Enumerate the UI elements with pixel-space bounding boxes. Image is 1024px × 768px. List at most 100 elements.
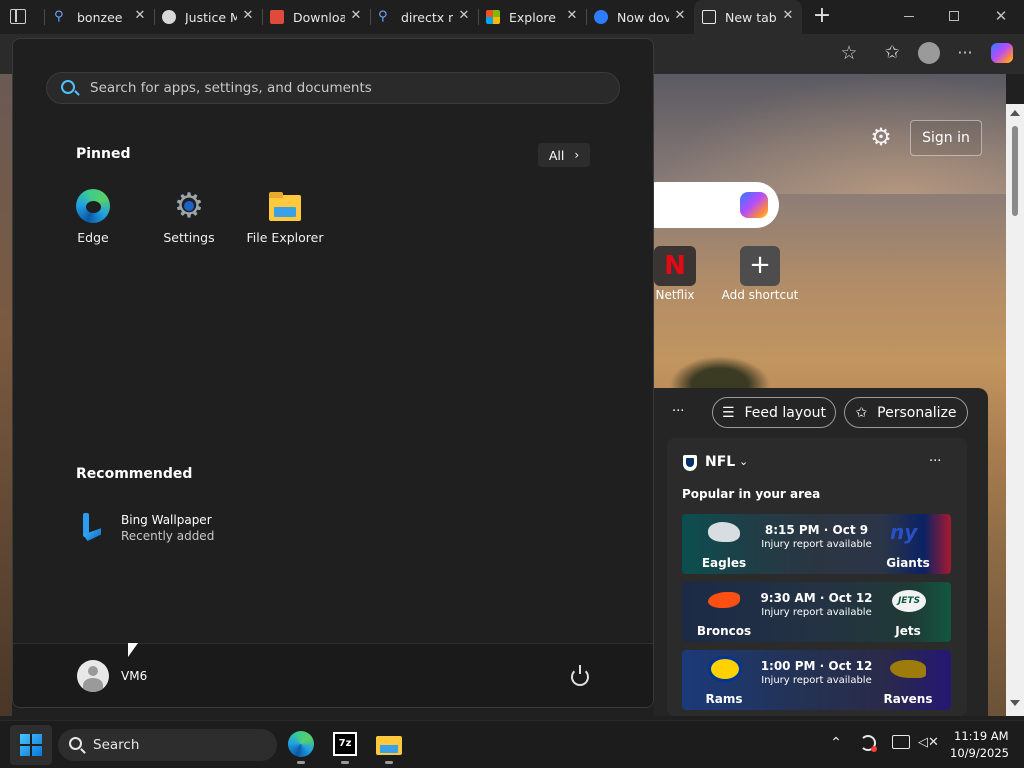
alert-dot <box>871 746 877 752</box>
shortcut-label: Netflix <box>655 288 695 302</box>
search-icon-handle <box>80 748 86 754</box>
web-search-bar[interactable] <box>654 182 779 228</box>
nfl-subtitle: Popular in your area <box>682 487 821 501</box>
mouse-cursor-icon <box>128 643 138 657</box>
network-icon[interactable] <box>892 735 910 749</box>
news-feed-panel: ··· ☰ Feed layout ✩ Personalize NFL ⌄ ··… <box>654 388 988 716</box>
browser-tab[interactable]: ⚲ directx n ✕ <box>370 0 478 34</box>
tab-actions-icon[interactable] <box>10 9 26 24</box>
folder-icon <box>268 189 302 223</box>
close-tab-icon[interactable]: ✕ <box>674 9 686 22</box>
start-menu: Search for apps, settings, and documents… <box>12 38 654 708</box>
favorites-icon[interactable]: ✩ <box>881 42 903 64</box>
sliders-icon: ☰ <box>721 404 735 421</box>
nfl-more-button[interactable]: ··· <box>929 454 941 469</box>
start-search-box[interactable]: Search for apps, settings, and documents <box>46 72 620 104</box>
recommended-heading: Recommended <box>76 466 193 482</box>
taskbar-search-box[interactable]: Search <box>58 729 277 761</box>
restore-icon[interactable] <box>949 11 959 21</box>
favorite-star-icon[interactable]: ☆ <box>838 42 860 64</box>
new-tab-button[interactable]: + <box>810 3 834 29</box>
tree-silhouette <box>670 356 770 392</box>
avatar <box>77 660 109 692</box>
pinned-heading: Pinned <box>76 146 131 162</box>
minimize-icon[interactable] <box>904 16 914 17</box>
sign-in-button[interactable]: Sign in <box>910 120 982 156</box>
pinned-app-file-explorer[interactable]: File Explorer <box>245 189 325 245</box>
search-icon <box>61 80 75 94</box>
browser-tab[interactable]: Now dov ✕ <box>586 0 694 34</box>
browser-tab[interactable]: ⚲ bonzee r ✕ <box>46 0 154 34</box>
browser-tab-active[interactable]: New tab ✕ <box>694 0 802 34</box>
add-shortcut-button[interactable]: + <box>740 246 780 286</box>
all-apps-button[interactable]: All › <box>538 143 590 167</box>
search-favicon-icon: ⚲ <box>54 9 64 24</box>
team-logo-icon <box>708 522 740 542</box>
start-search-placeholder: Search for apps, settings, and documents <box>90 80 372 96</box>
taskbar-7zip-icon[interactable]: 7z <box>333 732 357 756</box>
game-card[interactable]: JETS 9:30 AM · Oct 12 Injury report avai… <box>682 582 951 642</box>
pinned-app-edge[interactable]: Edge <box>53 189 133 245</box>
bing-logo-icon <box>81 513 103 543</box>
browser-tab[interactable]: Justice M ✕ <box>154 0 262 34</box>
team-logo-icon <box>708 656 742 682</box>
feed-more-button[interactable]: ··· <box>672 404 688 419</box>
team-logo-icon <box>708 592 740 608</box>
running-indicator <box>297 761 305 764</box>
profile-avatar[interactable] <box>918 42 940 64</box>
scrollbar-thumb[interactable] <box>1012 126 1018 216</box>
browser-tab[interactable]: Downloa ✕ <box>262 0 370 34</box>
volume-muted-icon[interactable]: ◁✕ <box>918 734 939 752</box>
windows-logo-icon <box>20 734 42 756</box>
clock-time[interactable]: 11:19 AM <box>954 729 1009 743</box>
personalize-star-icon: ✩ <box>855 404 868 421</box>
nfl-logo-icon <box>683 455 697 471</box>
shortcut-netflix[interactable]: N <box>654 246 696 286</box>
feed-layout-button[interactable]: ☰ Feed layout <box>712 397 836 428</box>
browser-tab[interactable]: Explore I ✕ <box>478 0 586 34</box>
start-button[interactable] <box>10 725 52 765</box>
scroll-up-icon[interactable] <box>1010 110 1020 116</box>
copilot-icon[interactable] <box>740 192 768 218</box>
close-tab-icon[interactable]: ✕ <box>242 9 254 22</box>
team-logo-icon: JETS <box>892 590 926 612</box>
site-favicon-icon <box>594 10 608 24</box>
page-scrollbar[interactable] <box>1006 104 1024 716</box>
close-tab-icon[interactable]: ✕ <box>458 9 470 22</box>
close-tab-icon[interactable]: ✕ <box>350 9 362 22</box>
chevron-right-icon: › <box>574 148 580 162</box>
settings-more-icon[interactable]: ··· <box>954 42 976 64</box>
power-icon[interactable] <box>571 665 589 686</box>
team-logo-icon <box>890 660 926 678</box>
search-favicon-icon: ⚲ <box>378 9 388 24</box>
microsoft-logo-icon <box>486 10 500 24</box>
personalize-button[interactable]: ✩ Personalize <box>844 397 968 428</box>
clock-date[interactable]: 10/9/2025 <box>950 746 1009 760</box>
game-card[interactable]: 1:00 PM · Oct 12 Injury report available… <box>682 650 951 710</box>
running-indicator <box>341 761 349 764</box>
game-card[interactable]: ny 8:15 PM · Oct 9 Injury report availab… <box>682 514 951 574</box>
taskbar-file-explorer-icon[interactable] <box>376 733 402 755</box>
scroll-down-icon[interactable] <box>1010 700 1020 706</box>
taskbar: Search 7z ⌃ ◁✕ 11:19 AM 10/9/2025 <box>0 720 1024 768</box>
gear-icon: ⚙ <box>172 189 206 223</box>
site-favicon-icon <box>162 10 176 24</box>
new-tab-icon <box>702 10 716 24</box>
copilot-icon[interactable] <box>991 43 1013 63</box>
close-tab-icon[interactable]: ✕ <box>566 9 578 22</box>
recommended-item[interactable]: Bing Wallpaper Recently added <box>73 509 273 549</box>
taskbar-edge-icon[interactable] <box>288 731 314 757</box>
chevron-up-icon[interactable]: ⌃ <box>828 735 844 751</box>
close-window-icon[interactable]: ✕ <box>993 6 1009 26</box>
running-indicator <box>385 761 393 764</box>
gear-icon[interactable]: ⚙ <box>868 124 894 150</box>
pinned-app-settings[interactable]: ⚙ Settings <box>149 189 229 245</box>
team-logo-icon: ny <box>890 520 918 544</box>
close-tab-icon[interactable]: ✕ <box>134 9 146 22</box>
close-tab-icon[interactable]: ✕ <box>782 9 794 22</box>
site-favicon-icon <box>270 10 284 24</box>
chevron-down-icon[interactable]: ⌄ <box>739 455 748 468</box>
nfl-card: NFL ⌄ ··· Popular in your area ny 8:15 P… <box>667 438 967 716</box>
nfl-title[interactable]: NFL <box>705 454 735 470</box>
user-account-button[interactable]: VM6 <box>76 660 186 694</box>
